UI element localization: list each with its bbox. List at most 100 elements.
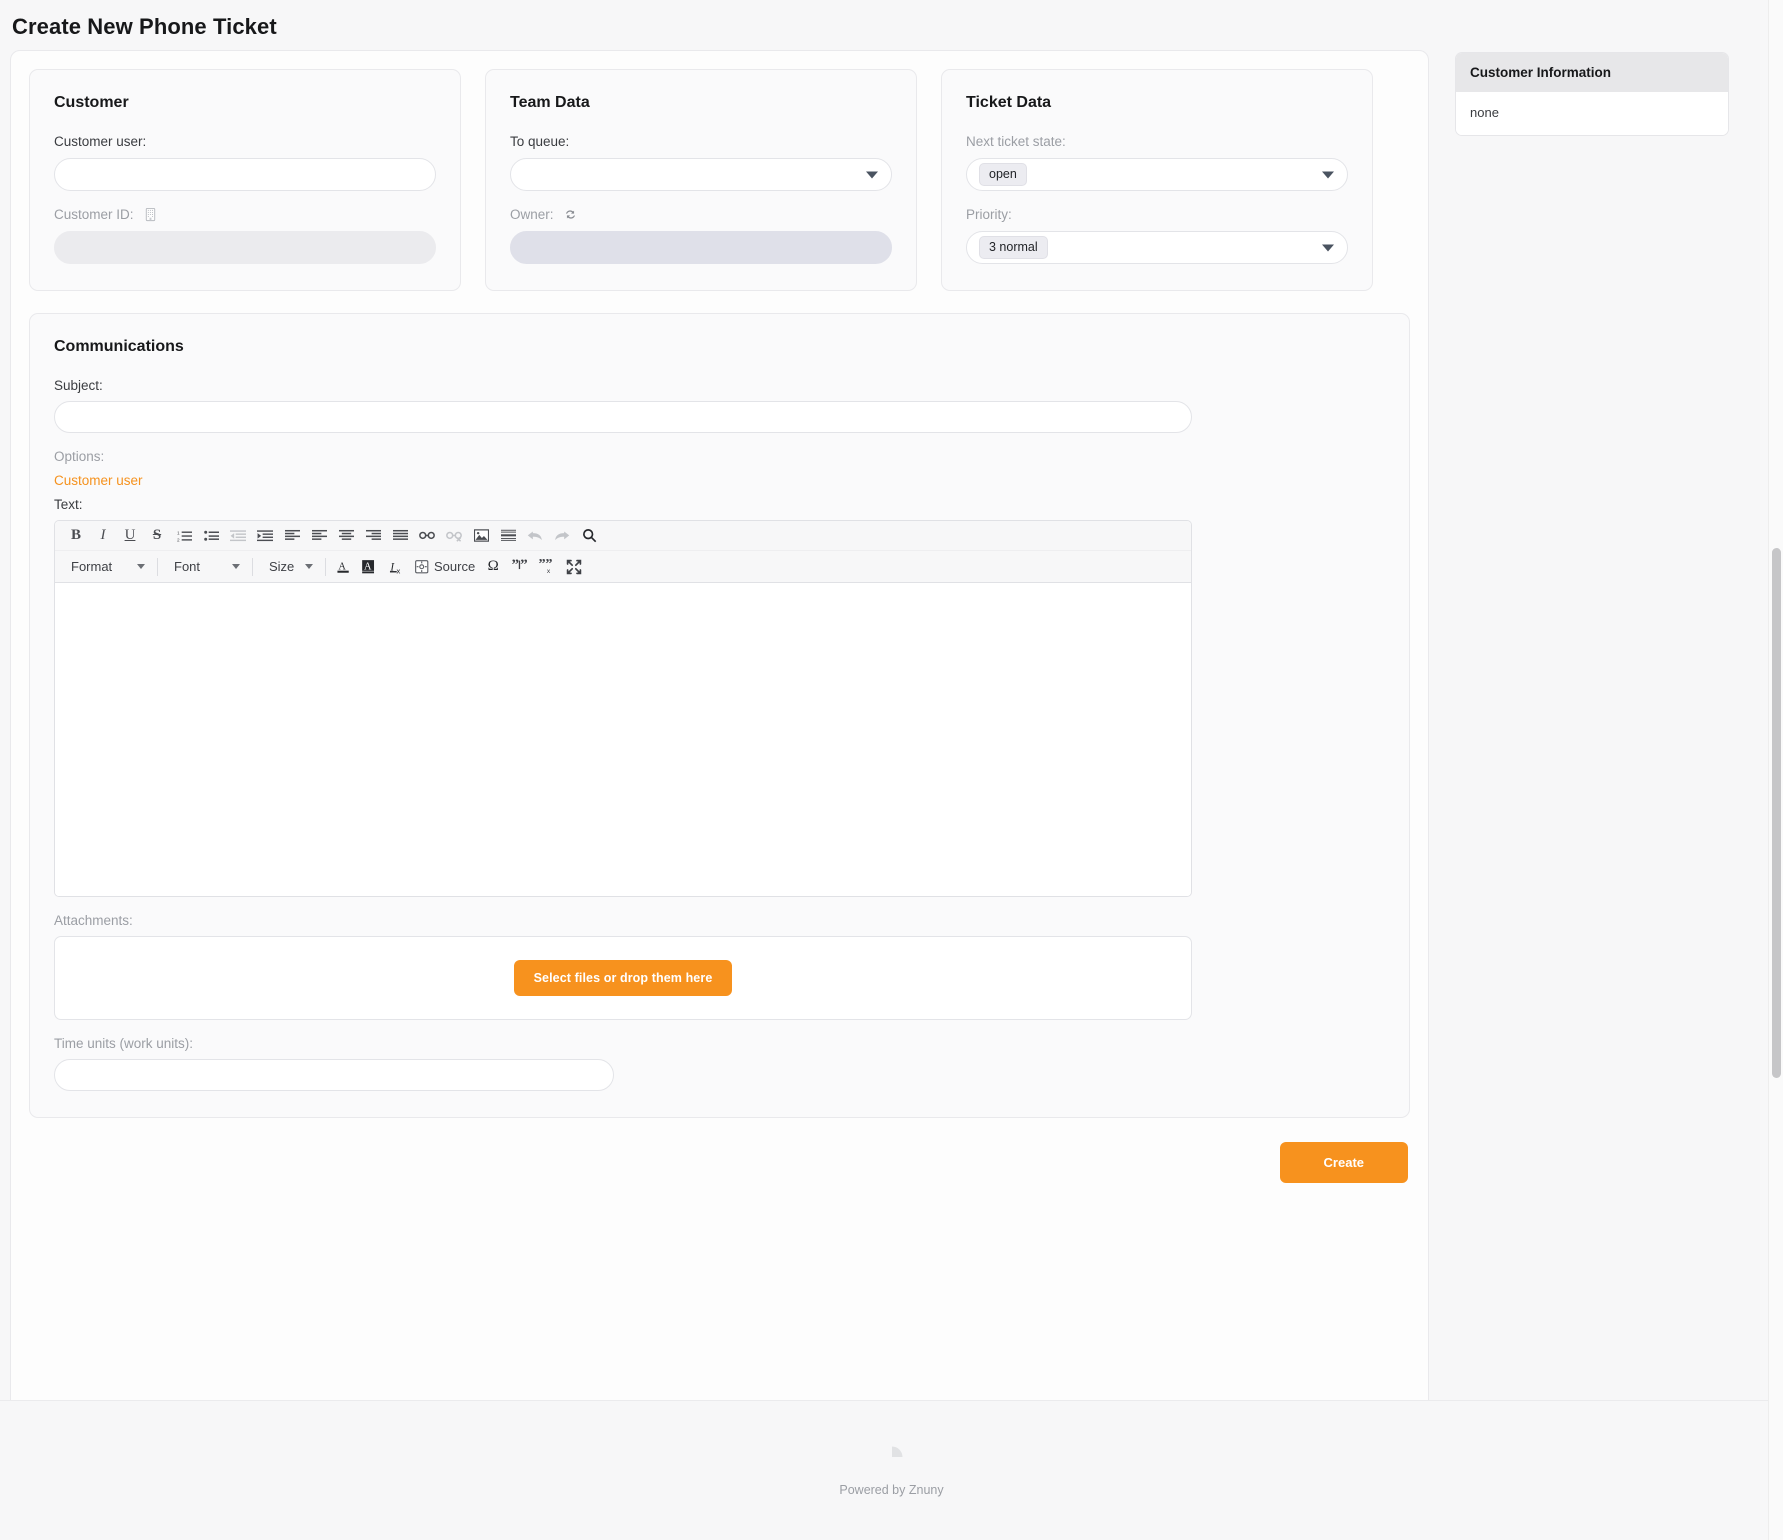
bulleted-list-icon[interactable] — [198, 525, 224, 547]
ticket-data-panel: Ticket Data Next ticket state: open Pri — [941, 69, 1373, 291]
chevron-down-icon — [305, 564, 313, 569]
customer-id-label-text: Customer ID: — [54, 207, 134, 222]
customer-user-field: Customer user: — [54, 134, 436, 191]
communications-panel: Communications Subject: Options: Custome… — [29, 313, 1410, 1118]
attachments-drop-zone[interactable]: Select files or drop them here — [54, 936, 1192, 1020]
maximize-icon[interactable] — [561, 556, 587, 578]
customer-panel-title: Customer — [54, 94, 436, 112]
customer-information-widget: Customer Information none — [1455, 52, 1729, 136]
to-queue-label-text: To queue: — [510, 134, 569, 149]
building-icon[interactable] — [143, 207, 158, 222]
communications-title: Communications — [54, 338, 1385, 356]
align-right-icon[interactable] — [360, 525, 386, 547]
bold-icon[interactable]: B — [63, 525, 89, 547]
customer-id-input[interactable] — [54, 231, 436, 264]
priority-select-box: 3 normal — [966, 231, 1348, 264]
ticket-data-panel-title: Ticket Data — [966, 94, 1348, 112]
italic-icon[interactable]: I — [90, 525, 116, 547]
owner-input[interactable] — [510, 231, 892, 264]
blockquote-remove-icon[interactable]: ” ” x — [534, 556, 560, 578]
remove-format-icon[interactable]: I x — [384, 556, 410, 578]
blockquote-add-icon[interactable]: ” ” — [507, 556, 533, 578]
editor-toolbar-row-1: B I U S 1 2 — [55, 521, 1191, 551]
next-ticket-state-label: Next ticket state: — [966, 134, 1348, 149]
customer-id-label: Customer ID: — [54, 207, 436, 222]
next-ticket-state-select-box: open — [966, 158, 1348, 191]
attachments-label: Attachments: — [54, 913, 1385, 928]
owner-label: Owner: — [510, 207, 892, 222]
decrease-indent-icon[interactable] — [225, 525, 251, 547]
redo-icon[interactable] — [549, 525, 575, 547]
priority-field: Priority: 3 normal — [966, 207, 1348, 264]
toolbar-separator — [157, 558, 158, 576]
page-scrollbar[interactable] — [1768, 0, 1783, 1540]
priority-select[interactable]: 3 normal — [966, 231, 1348, 264]
align-left-icon[interactable] — [279, 525, 305, 547]
numbered-list-icon[interactable]: 1 2 — [171, 525, 197, 547]
horizontal-rule-icon[interactable] — [495, 525, 521, 547]
priority-label-text: Priority: — [966, 207, 1012, 222]
rich-text-editor: B I U S 1 2 — [54, 520, 1192, 897]
svg-text:A: A — [364, 561, 372, 572]
unlink-icon[interactable] — [441, 525, 467, 547]
owner-field: Owner: — [510, 207, 892, 264]
options-label: Options: — [54, 449, 1385, 464]
chevron-down-icon — [137, 564, 145, 569]
to-queue-label: To queue: — [510, 134, 892, 149]
source-label: Source — [434, 559, 475, 574]
page-footer: Powered by Znuny — [0, 1400, 1783, 1540]
customer-user-label-text: Customer user: — [54, 134, 146, 149]
submit-row: Create — [29, 1142, 1410, 1183]
page-scrollbar-thumb[interactable] — [1772, 548, 1781, 1078]
team-data-panel: Team Data To queue: Owner: — [485, 69, 917, 291]
next-ticket-state-chip: open — [979, 163, 1027, 186]
refresh-icon[interactable] — [563, 207, 578, 222]
sidebar: Customer Information none — [1455, 52, 1729, 136]
to-queue-select-value — [510, 158, 892, 191]
undo-icon[interactable] — [522, 525, 548, 547]
powered-by-text: Powered by Znuny — [839, 1483, 943, 1497]
time-units-input[interactable] — [54, 1059, 614, 1091]
align-left-2-icon[interactable] — [306, 525, 332, 547]
font-dropdown[interactable]: Font — [166, 556, 244, 578]
size-dropdown[interactable]: Size — [261, 556, 317, 578]
source-icon — [415, 560, 429, 574]
svg-text:2: 2 — [177, 537, 180, 542]
underline-icon[interactable]: U — [117, 525, 143, 547]
increase-indent-icon[interactable] — [252, 525, 278, 547]
justify-icon[interactable] — [387, 525, 413, 547]
subject-label: Subject: — [54, 378, 1385, 393]
svg-text:1: 1 — [177, 530, 180, 535]
next-ticket-state-field: Next ticket state: open — [966, 134, 1348, 191]
subject-input[interactable] — [54, 401, 1192, 433]
text-color-icon[interactable]: A — [334, 559, 358, 575]
top-panels-row: Customer Customer user: Customer ID: — [29, 69, 1410, 291]
find-icon[interactable] — [576, 525, 602, 547]
chevron-down-icon — [866, 171, 878, 178]
format-dropdown-label: Format — [71, 559, 112, 574]
chevron-down-icon — [1322, 171, 1334, 178]
to-queue-select[interactable] — [510, 158, 892, 191]
link-icon[interactable] — [414, 525, 440, 547]
image-icon[interactable] — [468, 525, 494, 547]
source-button[interactable]: Source — [411, 559, 479, 574]
customer-user-input[interactable] — [54, 158, 436, 191]
priority-chip: 3 normal — [979, 236, 1048, 259]
background-color-icon[interactable]: A — [359, 559, 383, 575]
main-content-card: Customer Customer user: Customer ID: — [10, 50, 1429, 1420]
next-ticket-state-select[interactable]: open — [966, 158, 1348, 191]
svg-text:”: ” — [520, 559, 528, 573]
editor-content-area[interactable] — [55, 583, 1191, 896]
chevron-down-icon — [1322, 244, 1334, 251]
customer-id-field: Customer ID: — [54, 207, 436, 264]
chevron-down-icon — [232, 564, 240, 569]
format-dropdown[interactable]: Format — [63, 556, 149, 578]
options-customer-user-link[interactable]: Customer user — [54, 473, 143, 488]
select-files-button[interactable]: Select files or drop them here — [514, 960, 733, 996]
strikethrough-icon[interactable]: S — [144, 525, 170, 547]
align-center-icon[interactable] — [333, 525, 359, 547]
create-button[interactable]: Create — [1280, 1142, 1408, 1183]
font-dropdown-label: Font — [174, 559, 200, 574]
omega-glyph: Ω — [488, 559, 499, 574]
special-character-icon[interactable]: Ω — [480, 556, 506, 578]
